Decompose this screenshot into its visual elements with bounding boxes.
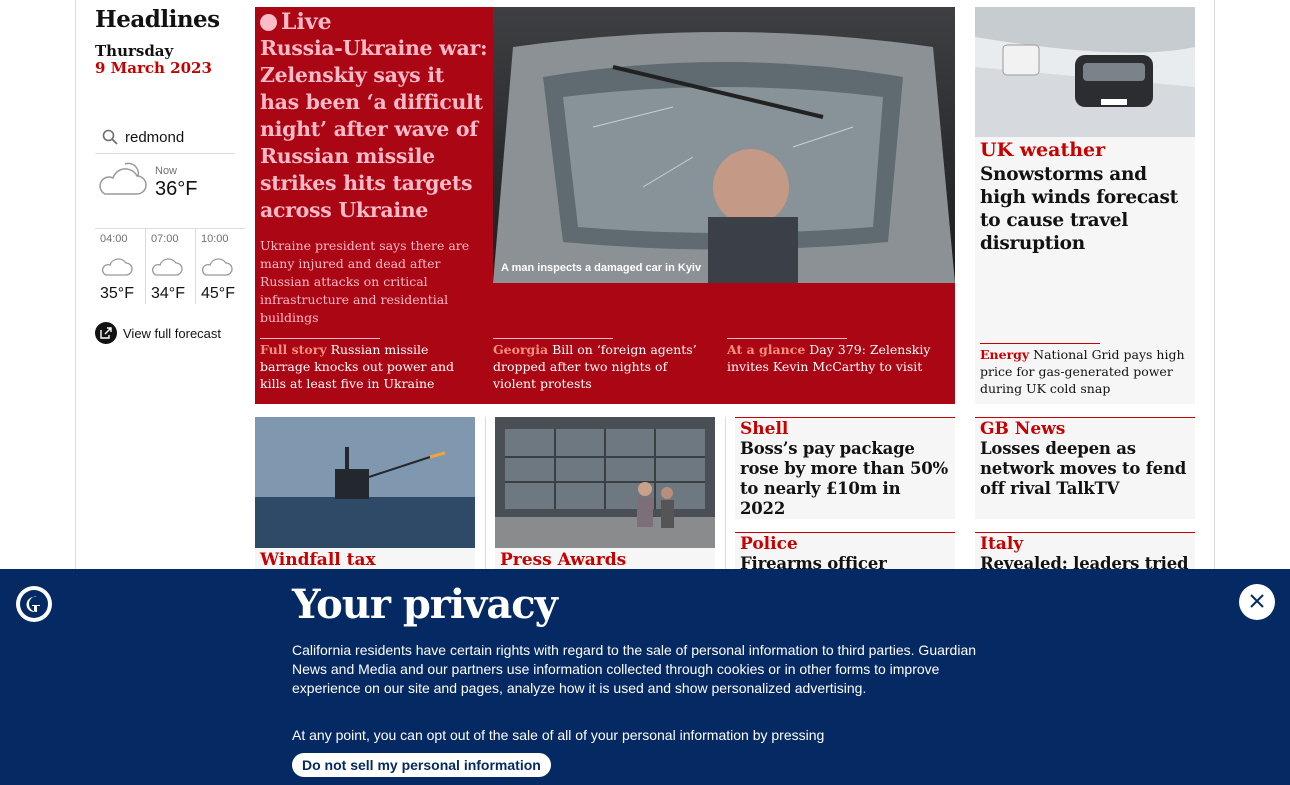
card-kicker: Italy (980, 534, 1024, 554)
forecast-slot: 04:00 35°F (95, 229, 145, 304)
card-kicker: Police (740, 534, 798, 554)
sublink-kicker: Full story (260, 342, 327, 357)
photo-caption: A man inspects a damaged car in Kyiv (501, 262, 702, 274)
privacy-body: California residents have certain rights… (292, 642, 977, 696)
uk-weather-story-card[interactable]: UK weather Snowstorms and high winds for… (975, 7, 1195, 404)
date-day: Thursday (95, 42, 174, 60)
live-kicker: Live (260, 9, 332, 35)
card-kicker: GB News (980, 419, 1066, 439)
privacy-title: Your privacy (292, 581, 558, 628)
forecast-time: 07:00 (151, 233, 179, 245)
privacy-body-optout: At any point, you can opt out of the sal… (292, 727, 825, 743)
press-awards-card[interactable]: Press Awards (495, 417, 715, 587)
damaged-car-photo[interactable]: A man inspects a damaged car in Kyiv (493, 7, 955, 283)
card-headline[interactable]: Boss’s pay package rose by more than 50%… (740, 439, 950, 519)
card-headline[interactable]: Losses deepen as network moves to fend o… (980, 439, 1190, 499)
live-headline[interactable]: Russia-Ukraine war: Zelenskiy says it ha… (260, 35, 488, 224)
live-story-card[interactable]: Live Russia-Ukraine war: Zelenskiy says … (255, 7, 955, 404)
card-kicker: Shell (740, 419, 789, 439)
close-privacy-button[interactable] (1239, 584, 1275, 620)
cloud-icon (200, 253, 234, 283)
forecast-slot: 07:00 34°F (145, 229, 195, 304)
live-sublink-georgia[interactable]: Georgia Bill on ‘foreign agents’ dropped… (493, 338, 713, 392)
card-kicker: Press Awards (500, 550, 627, 570)
cloud-icon (100, 253, 134, 283)
sublink-kicker: Georgia (493, 342, 549, 357)
forecast-time: 10:00 (201, 233, 229, 245)
partly-cloudy-icon (95, 156, 149, 204)
story-kicker: UK weather (980, 139, 1106, 161)
forecast-temp: 45°F (201, 285, 235, 302)
live-sublink-at-a-glance[interactable]: At a glance Day 379: Zelenskiy invites K… (727, 338, 947, 375)
external-link-icon (95, 322, 117, 344)
cloud-icon (150, 253, 184, 283)
search-input[interactable]: redmond (125, 129, 184, 146)
sublink-kicker: Energy (980, 347, 1030, 362)
guardian-logo-icon (16, 586, 52, 622)
windfall-tax-card[interactable]: Windfall tax (255, 417, 475, 587)
live-standfirst: Ukraine president says there are many in… (260, 238, 470, 325)
story-sublink-energy[interactable]: Energy National Grid pays high price for… (980, 343, 1190, 397)
weather-now-temp: 36°F (155, 178, 198, 200)
story-headline[interactable]: Snowstorms and high winds forecast to ca… (980, 163, 1192, 255)
hourly-forecast: 04:00 35°F 07:00 34°F 10:00 45°F (95, 228, 245, 304)
forecast-time: 04:00 (100, 233, 128, 245)
forecast-temp: 35°F (100, 285, 134, 302)
do-not-sell-button[interactable]: Do not sell my personal information (292, 753, 551, 777)
column-divider (725, 417, 726, 587)
view-full-forecast-link[interactable]: View full forecast (95, 322, 221, 344)
location-search[interactable]: redmond (95, 121, 235, 154)
sublink-kicker: At a glance (727, 342, 806, 357)
oil-rig-photo[interactable] (255, 417, 475, 548)
snowy-road-photo[interactable] (975, 7, 1195, 137)
close-icon (1249, 593, 1265, 612)
shell-card[interactable]: Shell Boss’s pay package rose by more th… (735, 417, 955, 519)
section-title: Headlines (95, 6, 220, 33)
forecast-temp: 34°F (151, 285, 185, 302)
search-icon (95, 129, 125, 145)
live-kicker-label: Live (281, 9, 332, 35)
weather-now-label: Now (155, 165, 178, 177)
gb-news-card[interactable]: GB News Losses deepen as network moves t… (975, 417, 1195, 519)
column-divider (485, 417, 486, 587)
card-kicker: Windfall tax (260, 550, 376, 570)
date-full: 9 March 2023 (95, 59, 212, 77)
view-full-forecast-label: View full forecast (123, 325, 222, 341)
observer-building-photo[interactable] (495, 417, 715, 548)
privacy-banner: Your privacy California residents have c… (0, 569, 1290, 785)
live-sublink-full-story[interactable]: Full story Russian missile barrage knock… (260, 338, 480, 392)
forecast-slot: 10:00 45°F (195, 229, 245, 304)
live-dot-icon (260, 13, 277, 31)
